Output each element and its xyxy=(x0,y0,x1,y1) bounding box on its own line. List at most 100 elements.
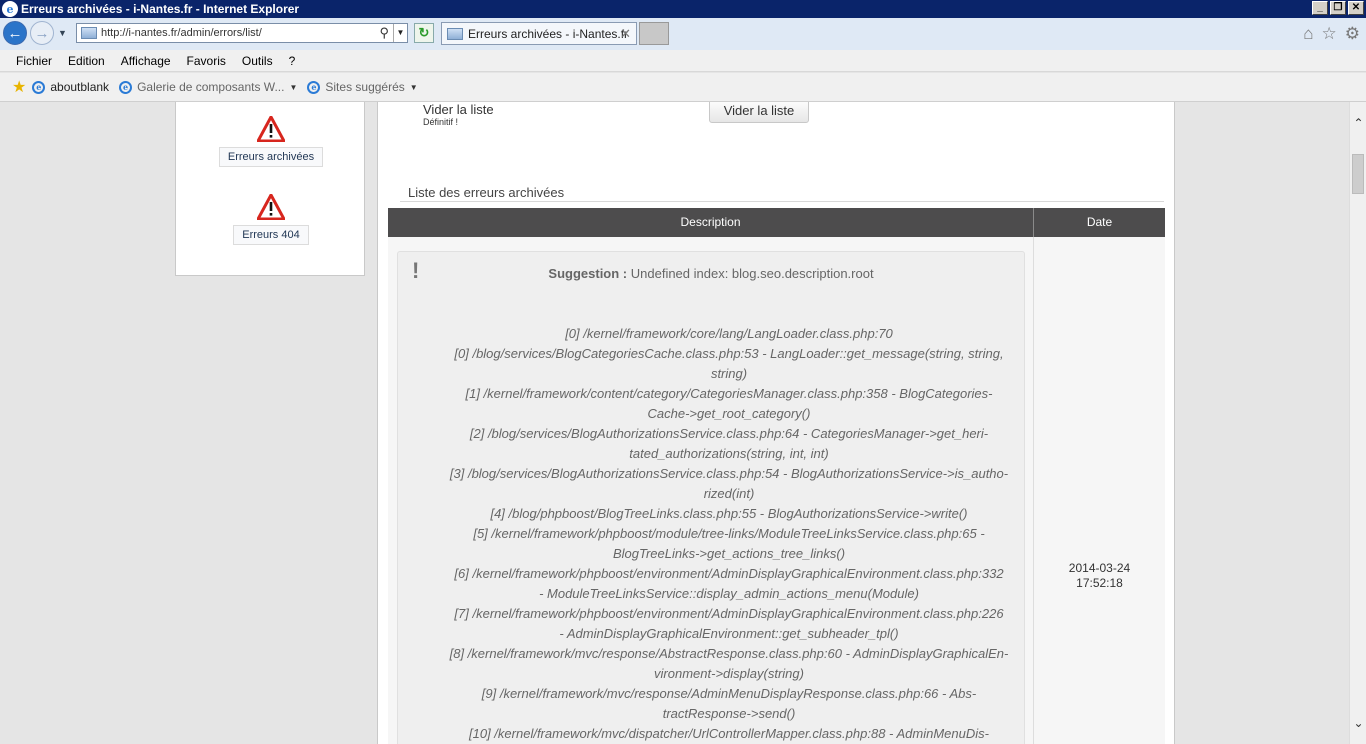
favorite-galerie[interactable]: e Galerie de composants W... ▼ xyxy=(119,80,297,94)
favorites-bar: ★ e aboutblank e Galerie de composants W… xyxy=(0,73,1366,102)
stack-trace-line: rized(int) xyxy=(703,486,755,501)
new-tab-button[interactable] xyxy=(639,22,669,45)
stack-trace-line: [6] /kernel/framework/phpboost/environme… xyxy=(454,566,1004,581)
favorite-aboutblank[interactable]: e aboutblank xyxy=(32,80,109,94)
search-icon[interactable]: ⚲ xyxy=(379,25,389,41)
menu-affichage[interactable]: Affichage xyxy=(121,54,171,68)
page-icon xyxy=(81,27,97,39)
tab-label: Erreurs archivées - i-Nantes.fr xyxy=(468,26,629,41)
scrollbar-thumb[interactable] xyxy=(1352,154,1364,194)
stack-trace-line: Cache->get_root_category() xyxy=(647,406,811,421)
tab-page-icon xyxy=(447,27,463,40)
stack-trace-line: [2] /blog/services/BlogAuthorizationsSer… xyxy=(469,426,989,441)
favorite-label: Galerie de composants W... xyxy=(137,80,285,94)
stack-trace-line: tractResponse->send() xyxy=(662,706,796,721)
stack-trace-line: BlogTreeLinks->get_actions_tree_links() xyxy=(612,546,846,561)
stack-trace-line: [8] /kernel/framework/mvc/response/Abstr… xyxy=(449,646,1009,661)
scroll-up-icon[interactable]: ⌃ xyxy=(1350,116,1366,130)
chevron-down-icon[interactable]: ▼ xyxy=(289,83,297,92)
menu-bar: Fichier Edition Affichage Favoris Outils… xyxy=(0,50,1366,72)
stack-trace-line: vironment->display(string) xyxy=(654,666,804,681)
clear-list-title: Vider la liste xyxy=(423,102,494,117)
section-divider xyxy=(400,201,1164,202)
ie-page-icon: e xyxy=(307,80,321,94)
menu-edition[interactable]: Edition xyxy=(68,54,105,68)
stack-trace-line: [1] /kernel/framework/content/category/C… xyxy=(465,386,993,401)
stack-trace-line: - AdminDisplayGraphicalEnvironment::get_… xyxy=(559,626,899,641)
refresh-icon[interactable]: ↻ xyxy=(414,23,434,43)
stack-trace-line: [0] /kernel/framework/core/lang/LangLoad… xyxy=(565,326,893,341)
clear-list-subtitle: Définitif ! xyxy=(423,117,459,127)
stack-trace-line: [10] /kernel/framework/mvc/dispatcher/Ur… xyxy=(469,726,989,741)
stack-trace-line: [4] /blog/phpboost/BlogTreeLinks.class.p… xyxy=(490,506,968,521)
stack-trace-line: tated_authorizations(string, int, int) xyxy=(629,446,829,461)
warning-icon xyxy=(256,193,286,221)
stack-trace-line: string) xyxy=(710,366,748,381)
clear-list-button[interactable]: Vider la liste xyxy=(709,102,809,123)
scroll-down-icon[interactable]: ⌄ xyxy=(1350,716,1366,730)
stack-trace-line: [9] /kernel/framework/mvc/response/Admin… xyxy=(481,686,977,701)
tile-erreurs-archivees[interactable]: Erreurs archivées xyxy=(218,115,324,167)
address-url[interactable]: http://i-nantes.fr/admin/errors/list/ xyxy=(101,27,262,39)
stack-trace: [0] /kernel/framework/core/lang/LangLoad… xyxy=(434,324,1024,744)
stack-trace-line: [7] /kernel/framework/phpboost/environme… xyxy=(454,606,1004,621)
forward-icon[interactable]: → xyxy=(30,21,54,45)
warning-icon xyxy=(256,115,286,143)
stack-trace-line: - ModuleTreeLinksService::display_admin_… xyxy=(539,586,919,601)
close-window-button[interactable]: ✕ xyxy=(1348,1,1364,15)
ie-page-icon: e xyxy=(119,80,133,94)
admin-sidebar: Erreurs archivées Erreurs 404 xyxy=(175,102,365,276)
history-dropdown-icon[interactable]: ▼ xyxy=(58,28,67,38)
tab-active[interactable]: Erreurs archivées - i-Nantes.fr ✕ xyxy=(441,22,637,45)
page-viewport: Erreurs archivées Erreurs 404 Vider la l… xyxy=(0,102,1349,744)
error-suggestion: Suggestion : Undefined index: blog.seo.d… xyxy=(398,266,1024,281)
address-bar[interactable]: http://i-nantes.fr/admin/errors/list/ ⚲ … xyxy=(76,23,408,43)
stack-trace-line: [5] /kernel/framework/phpboost/module/tr… xyxy=(473,526,985,541)
suggestion-label: Suggestion : xyxy=(548,266,628,281)
description-cell: ! Suggestion : Undefined index: blog.seo… xyxy=(388,237,1034,744)
favorite-label: Sites suggérés xyxy=(325,80,405,94)
minimize-button[interactable]: _ xyxy=(1312,1,1328,15)
tab-close-icon[interactable]: ✕ xyxy=(620,26,631,42)
stack-trace-line: [0] /blog/services/BlogCategoriesCache.c… xyxy=(454,346,1004,361)
gear-icon[interactable]: ⚙ xyxy=(1345,24,1360,44)
menu-fichier[interactable]: Fichier xyxy=(16,54,52,68)
favorite-label: aboutblank xyxy=(50,80,110,94)
column-date: Date xyxy=(1086,215,1113,229)
menu-favoris[interactable]: Favoris xyxy=(187,54,226,68)
date-cell: 2014-03-24 17:52:18 xyxy=(1034,237,1165,744)
menu-help[interactable]: ? xyxy=(289,54,296,68)
ie-page-icon: e xyxy=(32,80,46,94)
navigation-bar: ← → ▼ http://i-nantes.fr/admin/errors/li… xyxy=(0,18,1366,50)
table-row: ! Suggestion : Undefined index: blog.seo… xyxy=(388,237,1165,744)
error-date-time: 17:52:18 xyxy=(1076,576,1123,590)
tile-label: Erreurs 404 xyxy=(233,225,309,245)
table-header: Description Date xyxy=(388,208,1165,237)
star-icon[interactable]: ☆ xyxy=(1322,24,1337,44)
suggestion-text: Undefined index: blog.seo.description.ro… xyxy=(630,266,874,281)
error-date: 2014-03-24 17:52:18 xyxy=(1034,561,1165,591)
home-icon[interactable]: ⌂ xyxy=(1303,24,1313,44)
ie-logo-icon: e xyxy=(2,1,18,17)
section-title: Liste des erreurs archivées xyxy=(408,185,565,200)
main-content: Vider la liste Définitif ! Vider la list… xyxy=(377,102,1175,744)
window-controls: _ ❐ ✕ xyxy=(1312,1,1364,15)
error-date-day: 2014-03-24 xyxy=(1068,561,1131,575)
browser-tools: ⌂ ☆ ⚙ xyxy=(1303,24,1360,44)
window-title-bar: e Erreurs archivées - i-Nantes.fr - Inte… xyxy=(0,0,1366,18)
window-title: Erreurs archivées - i-Nantes.fr - Intern… xyxy=(21,2,300,16)
tile-label: Erreurs archivées xyxy=(218,147,324,167)
tile-erreurs-404[interactable]: Erreurs 404 xyxy=(218,193,324,245)
back-icon[interactable]: ← xyxy=(3,21,27,45)
restore-button[interactable]: ❐ xyxy=(1330,1,1346,15)
stack-trace-line: [3] /blog/services/BlogAuthorizationsSer… xyxy=(449,466,1009,481)
address-dropdown-icon[interactable]: ▼ xyxy=(393,24,407,42)
column-description: Description xyxy=(388,208,1034,237)
error-message-box: ! Suggestion : Undefined index: blog.seo… xyxy=(397,251,1025,744)
menu-outils[interactable]: Outils xyxy=(242,54,273,68)
errors-table: Description Date ! Suggestion : Undefine… xyxy=(388,208,1165,744)
favorites-star-icon[interactable]: ★ xyxy=(12,77,26,97)
favorite-sites-suggeres[interactable]: e Sites suggérés ▼ xyxy=(307,80,418,94)
vertical-scrollbar[interactable]: ⌃ ⌄ xyxy=(1349,102,1366,744)
chevron-down-icon[interactable]: ▼ xyxy=(410,83,418,92)
